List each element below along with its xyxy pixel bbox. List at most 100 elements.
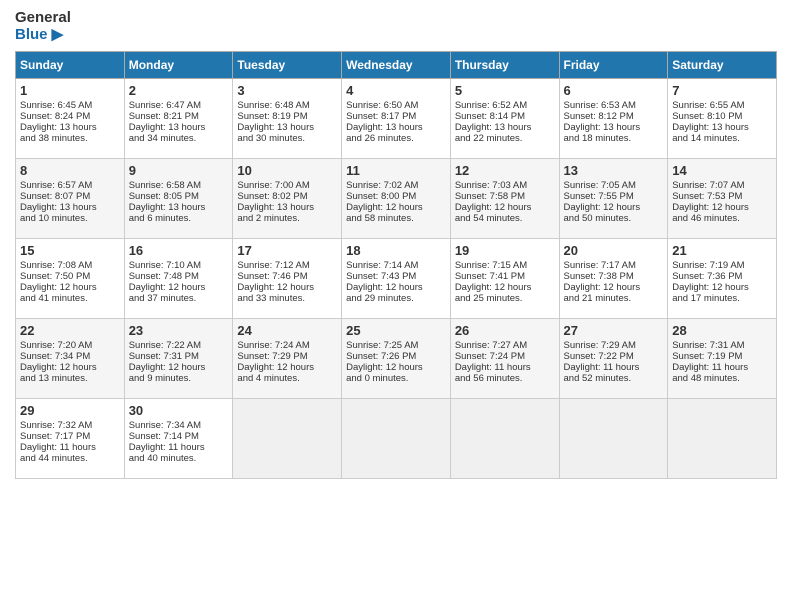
day-info: Sunset: 7:19 PM — [672, 351, 772, 362]
day-info: and 50 minutes. — [564, 213, 664, 224]
day-info: Daylight: 11 hours — [455, 362, 555, 373]
day-info: Daylight: 12 hours — [564, 202, 664, 213]
day-info: and 13 minutes. — [20, 373, 120, 384]
weekday-header: Thursday — [450, 52, 559, 79]
day-number: 23 — [129, 323, 229, 338]
day-info: Sunrise: 6:48 AM — [237, 100, 337, 111]
day-info: Sunset: 8:02 PM — [237, 191, 337, 202]
calendar-cell: 27Sunrise: 7:29 AMSunset: 7:22 PMDayligh… — [559, 319, 668, 399]
day-info: Sunrise: 7:29 AM — [564, 340, 664, 351]
day-info: Sunset: 8:24 PM — [20, 111, 120, 122]
calendar-cell: 21Sunrise: 7:19 AMSunset: 7:36 PMDayligh… — [668, 239, 777, 319]
calendar-cell: 19Sunrise: 7:15 AMSunset: 7:41 PMDayligh… — [450, 239, 559, 319]
calendar-cell: 23Sunrise: 7:22 AMSunset: 7:31 PMDayligh… — [124, 319, 233, 399]
day-info: and 38 minutes. — [20, 133, 120, 144]
day-info: Daylight: 13 hours — [129, 202, 229, 213]
day-info: and 21 minutes. — [564, 293, 664, 304]
day-info: Sunset: 7:46 PM — [237, 271, 337, 282]
day-info: Sunset: 7:41 PM — [455, 271, 555, 282]
day-number: 30 — [129, 403, 229, 418]
day-info: Daylight: 13 hours — [672, 122, 772, 133]
day-info: and 25 minutes. — [455, 293, 555, 304]
calendar-cell: 30Sunrise: 7:34 AMSunset: 7:14 PMDayligh… — [124, 399, 233, 479]
day-info: and 58 minutes. — [346, 213, 446, 224]
day-info: and 2 minutes. — [237, 213, 337, 224]
day-info: Daylight: 12 hours — [564, 282, 664, 293]
calendar-cell: 11Sunrise: 7:02 AMSunset: 8:00 PMDayligh… — [342, 159, 451, 239]
day-info: Daylight: 13 hours — [20, 202, 120, 213]
calendar-cell: 10Sunrise: 7:00 AMSunset: 8:02 PMDayligh… — [233, 159, 342, 239]
day-info: Sunrise: 7:25 AM — [346, 340, 446, 351]
day-number: 15 — [20, 243, 120, 258]
day-info: and 18 minutes. — [564, 133, 664, 144]
day-info: and 10 minutes. — [20, 213, 120, 224]
day-number: 19 — [455, 243, 555, 258]
day-info: Daylight: 13 hours — [455, 122, 555, 133]
day-number: 20 — [564, 243, 664, 258]
day-number: 11 — [346, 163, 446, 178]
calendar-cell: 2Sunrise: 6:47 AMSunset: 8:21 PMDaylight… — [124, 79, 233, 159]
calendar-cell: 1Sunrise: 6:45 AMSunset: 8:24 PMDaylight… — [16, 79, 125, 159]
day-info: Sunset: 7:24 PM — [455, 351, 555, 362]
day-info: Sunrise: 7:00 AM — [237, 180, 337, 191]
day-info: Sunset: 7:55 PM — [564, 191, 664, 202]
calendar-cell: 20Sunrise: 7:17 AMSunset: 7:38 PMDayligh… — [559, 239, 668, 319]
day-info: Sunrise: 7:02 AM — [346, 180, 446, 191]
day-number: 13 — [564, 163, 664, 178]
day-info: Sunset: 8:10 PM — [672, 111, 772, 122]
day-info: Sunrise: 7:34 AM — [129, 420, 229, 431]
day-info: Sunset: 7:43 PM — [346, 271, 446, 282]
day-info: and 52 minutes. — [564, 373, 664, 384]
day-info: Sunrise: 6:53 AM — [564, 100, 664, 111]
day-info: and 6 minutes. — [129, 213, 229, 224]
day-number: 16 — [129, 243, 229, 258]
day-info: Sunrise: 7:17 AM — [564, 260, 664, 271]
day-info: Daylight: 12 hours — [346, 362, 446, 373]
day-info: Sunset: 7:17 PM — [20, 431, 120, 442]
logo-general: General — [15, 10, 71, 27]
calendar-cell: 17Sunrise: 7:12 AMSunset: 7:46 PMDayligh… — [233, 239, 342, 319]
day-number: 1 — [20, 83, 120, 98]
day-info: Sunrise: 6:57 AM — [20, 180, 120, 191]
day-info: Sunset: 7:29 PM — [237, 351, 337, 362]
day-info: Sunset: 8:21 PM — [129, 111, 229, 122]
day-info: Sunset: 7:22 PM — [564, 351, 664, 362]
day-info: Sunrise: 7:05 AM — [564, 180, 664, 191]
day-info: Daylight: 13 hours — [129, 122, 229, 133]
calendar-table: SundayMondayTuesdayWednesdayThursdayFrid… — [15, 51, 777, 479]
day-info: Daylight: 12 hours — [237, 362, 337, 373]
day-info: Sunrise: 7:24 AM — [237, 340, 337, 351]
calendar-cell: 4Sunrise: 6:50 AMSunset: 8:17 PMDaylight… — [342, 79, 451, 159]
day-info: Sunrise: 7:07 AM — [672, 180, 772, 191]
calendar-cell: 29Sunrise: 7:32 AMSunset: 7:17 PMDayligh… — [16, 399, 125, 479]
calendar-cell: 16Sunrise: 7:10 AMSunset: 7:48 PMDayligh… — [124, 239, 233, 319]
day-info: and 37 minutes. — [129, 293, 229, 304]
day-info: Daylight: 11 hours — [564, 362, 664, 373]
day-info: Sunrise: 7:19 AM — [672, 260, 772, 271]
calendar-cell: 18Sunrise: 7:14 AMSunset: 7:43 PMDayligh… — [342, 239, 451, 319]
calendar-cell — [342, 399, 451, 479]
calendar-cell: 15Sunrise: 7:08 AMSunset: 7:50 PMDayligh… — [16, 239, 125, 319]
day-info: Sunrise: 7:22 AM — [129, 340, 229, 351]
weekday-header: Tuesday — [233, 52, 342, 79]
day-number: 17 — [237, 243, 337, 258]
day-info: and 9 minutes. — [129, 373, 229, 384]
day-info: Sunset: 7:26 PM — [346, 351, 446, 362]
day-info: Daylight: 13 hours — [346, 122, 446, 133]
calendar-week-row: 29Sunrise: 7:32 AMSunset: 7:17 PMDayligh… — [16, 399, 777, 479]
calendar-cell: 24Sunrise: 7:24 AMSunset: 7:29 PMDayligh… — [233, 319, 342, 399]
day-info: and 30 minutes. — [237, 133, 337, 144]
page-header: General Blue ▶ — [15, 10, 777, 43]
day-info: Daylight: 11 hours — [20, 442, 120, 453]
day-info: and 26 minutes. — [346, 133, 446, 144]
day-info: Daylight: 12 hours — [672, 202, 772, 213]
day-info: Sunrise: 7:20 AM — [20, 340, 120, 351]
day-info: Sunrise: 6:58 AM — [129, 180, 229, 191]
day-info: Sunset: 8:00 PM — [346, 191, 446, 202]
day-info: and 34 minutes. — [129, 133, 229, 144]
calendar-cell: 7Sunrise: 6:55 AMSunset: 8:10 PMDaylight… — [668, 79, 777, 159]
calendar-cell: 8Sunrise: 6:57 AMSunset: 8:07 PMDaylight… — [16, 159, 125, 239]
day-number: 8 — [20, 163, 120, 178]
day-info: Sunset: 8:12 PM — [564, 111, 664, 122]
day-number: 14 — [672, 163, 772, 178]
